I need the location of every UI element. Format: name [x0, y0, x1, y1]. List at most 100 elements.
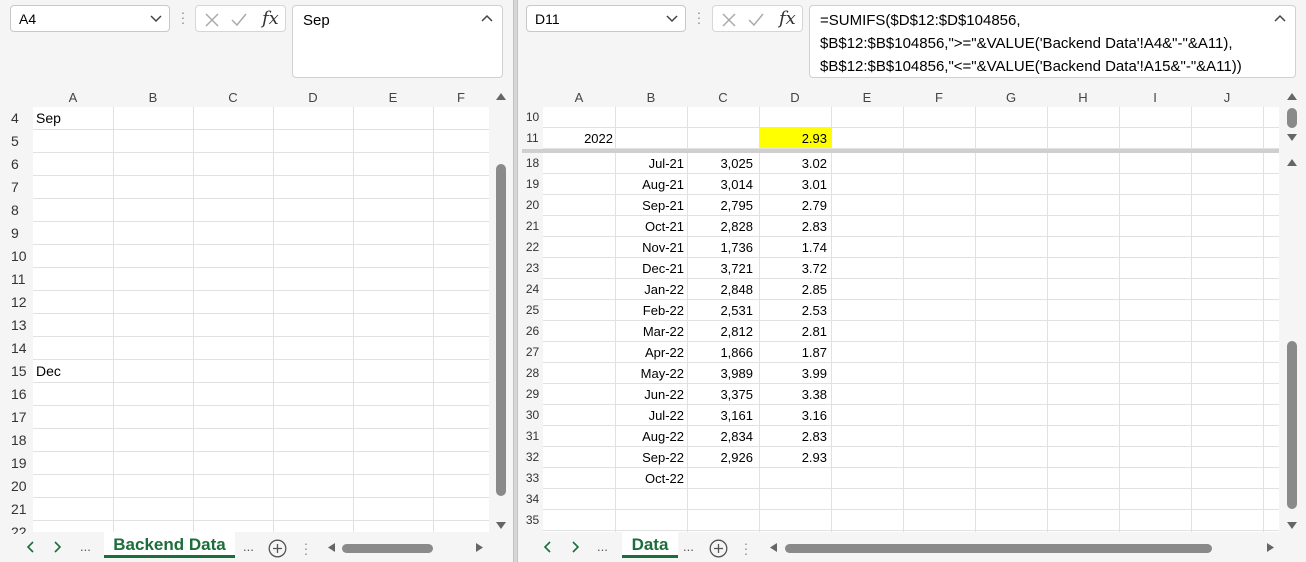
row-header[interactable]: 25 [522, 300, 543, 321]
cell-A11[interactable]: 2022 [543, 128, 613, 149]
column-header[interactable]: D [759, 89, 831, 107]
cell-C24[interactable]: 2,848 [687, 279, 753, 300]
cell-C20[interactable]: 2,795 [687, 195, 753, 216]
row-header[interactable]: 32 [522, 447, 543, 468]
previous-sheet-icon[interactable] [25, 541, 35, 553]
cell-C23[interactable]: 3,721 [687, 258, 753, 279]
cell-B29[interactable]: Jun-22 [615, 384, 684, 405]
cell-C18[interactable]: 3,025 [687, 153, 753, 174]
scroll-down-icon[interactable] [1285, 520, 1299, 532]
tab-bar-options-icon[interactable]: · · · [743, 536, 749, 560]
cell-C31[interactable]: 2,834 [687, 426, 753, 447]
row-header[interactable]: 17 [0, 406, 33, 429]
tab-data[interactable]: Data [622, 532, 678, 558]
vertical-scrollbar-thumb[interactable] [1287, 341, 1297, 509]
tab-bar-options-icon[interactable]: · · · [303, 536, 309, 560]
cell-B26[interactable]: Mar-22 [615, 321, 684, 342]
column-header[interactable]: J [1191, 89, 1263, 107]
cell-D22[interactable]: 1.74 [759, 237, 827, 258]
frozen-rows-grid[interactable]: 2022 2.93 [543, 107, 1279, 149]
scroll-right-icon[interactable] [475, 542, 485, 553]
column-header[interactable]: A [33, 89, 113, 107]
column-header[interactable]: H [1047, 89, 1119, 107]
add-sheet-icon[interactable] [268, 539, 287, 558]
row-header[interactable]: 13 [0, 314, 33, 337]
column-header[interactable]: C [687, 89, 759, 107]
cell-D31[interactable]: 2.83 [759, 426, 827, 447]
row-header[interactable]: 21 [0, 498, 33, 521]
scroll-up-icon[interactable] [494, 90, 508, 102]
cell-D24[interactable]: 2.85 [759, 279, 827, 300]
row-header[interactable]: 34 [522, 489, 543, 510]
row-header[interactable]: 10 [0, 245, 33, 268]
row-header[interactable]: 26 [522, 321, 543, 342]
horizontal-scrollbar-thumb[interactable] [785, 544, 1212, 553]
scroll-left-icon[interactable] [768, 542, 778, 553]
cell-D18[interactable]: 3.02 [759, 153, 827, 174]
cell-B27[interactable]: Apr-22 [615, 342, 684, 363]
cell-B25[interactable]: Feb-22 [615, 300, 684, 321]
cell-C28[interactable]: 3,989 [687, 363, 753, 384]
row-header[interactable]: 6 [0, 153, 33, 176]
row-header[interactable]: 11 [0, 268, 33, 291]
row-header[interactable]: 16 [0, 383, 33, 406]
horizontal-scrollbar-thumb[interactable] [342, 544, 433, 553]
cell-B31[interactable]: Aug-22 [615, 426, 684, 447]
tab-backend-data[interactable]: Backend Data [104, 532, 235, 558]
column-header[interactable]: B [615, 89, 687, 107]
previous-sheet-icon[interactable] [542, 541, 552, 553]
row-header[interactable]: 22 [522, 237, 543, 258]
cell-C30[interactable]: 3,161 [687, 405, 753, 426]
row-header[interactable]: 14 [0, 337, 33, 360]
chevron-down-icon[interactable] [149, 11, 163, 25]
data-grid[interactable]: Jul-21 3,025 3.02 Aug-21 3,014 3.01 Sep-21 2,79… [543, 153, 1279, 533]
cell-D21[interactable]: 2.83 [759, 216, 827, 237]
cell-D32[interactable]: 2.93 [759, 447, 827, 468]
row-header[interactable]: 18 [522, 153, 543, 174]
row-header[interactable]: 15 [0, 360, 33, 383]
row-header[interactable]: 35 [522, 510, 543, 531]
more-sheets-right[interactable]: ... [683, 539, 694, 554]
column-header[interactable]: F [433, 89, 489, 107]
scroll-up-icon[interactable] [1285, 156, 1299, 168]
cell-A15[interactable]: Dec [36, 361, 61, 382]
row-header[interactable]: 33 [522, 468, 543, 489]
cell-C25[interactable]: 2,531 [687, 300, 753, 321]
next-sheet-icon[interactable] [571, 541, 581, 553]
cell-D28[interactable]: 3.99 [759, 363, 827, 384]
column-header[interactable]: D [273, 89, 353, 107]
more-sheets-left[interactable]: ... [80, 539, 91, 554]
enter-check-icon[interactable] [230, 12, 248, 28]
column-header[interactable]: E [353, 89, 433, 107]
cell-B30[interactable]: Jul-22 [615, 405, 684, 426]
row-header[interactable]: 22 [0, 521, 33, 534]
cell-D30[interactable]: 3.16 [759, 405, 827, 426]
cell-B28[interactable]: May-22 [615, 363, 684, 384]
cell-B21[interactable]: Oct-21 [615, 216, 684, 237]
cancel-icon[interactable] [721, 12, 737, 28]
cell-B24[interactable]: Jan-22 [615, 279, 684, 300]
cell-C29[interactable]: 3,375 [687, 384, 753, 405]
left-grid[interactable]: Sep Dec [33, 107, 489, 544]
scroll-up-icon[interactable] [1285, 90, 1299, 102]
more-options-icon[interactable]: · · · [696, 5, 702, 29]
cell-D25[interactable]: 2.53 [759, 300, 827, 321]
row-header[interactable]: 12 [0, 291, 33, 314]
column-header[interactable]: B [113, 89, 193, 107]
vertical-scrollbar-thumb[interactable] [496, 164, 506, 496]
row-header[interactable]: 21 [522, 216, 543, 237]
name-box[interactable]: D11 [526, 5, 686, 32]
cell-B33[interactable]: Oct-22 [615, 468, 684, 489]
row-header[interactable]: 29 [522, 384, 543, 405]
collapse-formula-bar-icon[interactable] [480, 12, 494, 26]
cell-D11[interactable]: 2.93 [759, 128, 827, 149]
cell-B22[interactable]: Nov-21 [615, 237, 684, 258]
enter-check-icon[interactable] [747, 12, 765, 28]
row-header[interactable]: 5 [0, 130, 33, 153]
row-header[interactable]: 7 [0, 176, 33, 199]
row-header[interactable]: 31 [522, 426, 543, 447]
fx-icon[interactable]: fx [262, 8, 279, 29]
row-header[interactable]: 10 [522, 107, 543, 128]
frozen-scrollbar-thumb[interactable] [1287, 108, 1297, 128]
cell-A4[interactable]: Sep [36, 108, 61, 129]
